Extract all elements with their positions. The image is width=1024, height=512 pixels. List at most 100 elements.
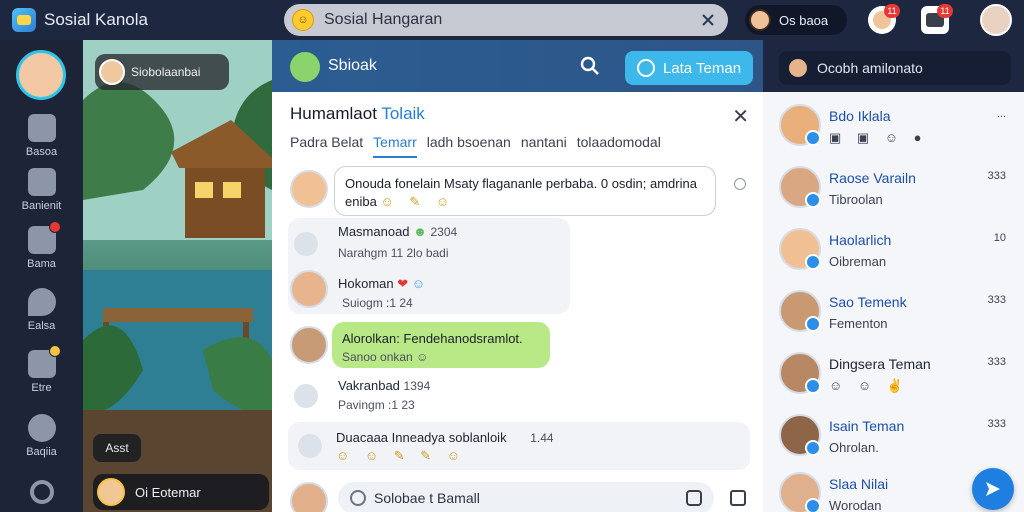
friend-status: Oibreman (829, 254, 887, 269)
friend-reactions: ▣ ▣ ☺ ● (829, 130, 928, 145)
notification-dot (48, 345, 61, 357)
search-input[interactable] (324, 11, 688, 29)
online-badge[interactable]: Asst (93, 434, 141, 462)
room-badge[interactable]: Siobolaanbai (95, 54, 229, 90)
emoji-picker-icon[interactable] (350, 490, 366, 506)
app-brand[interactable]: Sosial Kanola (12, 6, 148, 34)
tab-tolaadomodal[interactable]: tolaadomodal (577, 134, 661, 158)
avatar (779, 472, 821, 512)
chat-bubble-icon (636, 59, 655, 77)
virtual-room-scene[interactable]: Siobolaanbai Asst Oi Eotemar (83, 40, 272, 512)
list-item[interactable]: Dingsera Teman ☺ ☺ ✌ 333 (763, 342, 1024, 404)
message-sub: Narahgm 11 2lo badi (338, 246, 449, 260)
tab-nantani[interactable]: nantani (521, 134, 567, 158)
friends-filter[interactable]: Ocobh amilonato (779, 51, 1011, 85)
list-item[interactable]: Isain Teman Ohrolan. 333 (763, 404, 1024, 466)
message-bubble-highlight[interactable]: Alorolkan: Fendehanodsramlot. Sanoo onka… (332, 322, 550, 368)
list-item[interactable]: Sao Temenk Fementon 333 (763, 280, 1024, 342)
message-tail: eniba (345, 194, 377, 209)
add-friend-label: Lata Teman (662, 59, 742, 77)
friend-name: Slaa Nilai (829, 476, 889, 492)
panel-title-main: Humamlaot (290, 104, 377, 123)
clear-search-icon[interactable] (698, 10, 718, 30)
friend-name: Sao Temenk (829, 294, 907, 310)
close-icon[interactable]: ✕ (732, 104, 749, 129)
notifications-badge: 11 (884, 4, 900, 18)
tab-padra-belat[interactable]: Padra Belat (290, 134, 363, 158)
list-item[interactable]: Bdo Iklala ▣ ▣ ☺ ● ... (763, 94, 1024, 156)
global-search[interactable]: ☺ (284, 4, 728, 36)
nav-item-bama[interactable]: Bama (0, 221, 83, 282)
avatar (99, 59, 125, 85)
smiley-icon: ☻ (413, 224, 427, 239)
nav-item-basoa[interactable]: Basoa (0, 114, 83, 170)
panel-title-accent: Tolaik (381, 104, 425, 123)
nav-label: Baqiia (26, 446, 57, 458)
message-composer[interactable] (338, 482, 714, 512)
friend-meta: 333 (987, 294, 1006, 306)
member-chip[interactable]: Oi Eotemar (93, 474, 269, 510)
emoji-icon: ☺ (411, 276, 426, 291)
gear-icon (29, 480, 54, 504)
friend-meta: 333 (987, 418, 1006, 430)
select-radio[interactable] (734, 178, 746, 190)
avatar (779, 290, 821, 332)
camera-icon[interactable] (686, 490, 702, 506)
profile-avatar[interactable] (980, 4, 1012, 36)
emoji-reactions: ☺ ✎ ☺ (380, 194, 456, 209)
friend-name: Bdo Iklala (829, 108, 891, 124)
message-header: Masmanoad ☻ 2304 (338, 224, 457, 239)
nav-label: Banienit (21, 200, 62, 212)
app-logo-icon (12, 8, 36, 32)
user-menu[interactable]: Os baoa (745, 5, 847, 35)
friend-status: Tibroolan (829, 192, 883, 207)
avatar (779, 352, 821, 394)
avatar[interactable] (290, 270, 328, 308)
check-icon (294, 232, 318, 256)
friends-header-label: Ocobh amilonato (817, 60, 923, 76)
nav-item-banienit[interactable]: Banienit (0, 168, 83, 224)
message-bubble[interactable]: Onouda fonelain Msaty flagananle perbaba… (334, 166, 716, 216)
avatar (779, 228, 821, 270)
avatar (97, 478, 125, 506)
puzzle-icon (27, 114, 56, 142)
chat-header: Sbioak Lata Teman (272, 40, 763, 92)
avatar[interactable] (16, 50, 66, 100)
friends-list: Bdo Iklala ▣ ▣ ☺ ● ... Raose Varailn Tib… (763, 92, 1024, 512)
emoji-reactions: ☺ ☺ ✎ ✎ ☺ (336, 448, 467, 463)
search-icon[interactable] (580, 56, 600, 81)
message-time: 1.44 (530, 431, 554, 445)
message-title: Duacaaa Inneadya soblanloik (336, 430, 507, 445)
message-sub: Sanoo onkan (342, 350, 413, 364)
panel-title: Humamlaot Tolaik (290, 104, 425, 124)
list-item[interactable]: Haolarlich Oibreman 10 (763, 218, 1024, 280)
nav-item-baqiia[interactable]: Baqiia (0, 414, 83, 470)
avatar[interactable] (290, 170, 328, 208)
notifications-button[interactable]: 11 (868, 4, 900, 34)
nav-item-settings[interactable] (0, 480, 83, 512)
tab-ladh-bsoenan[interactable]: ladh bsoenan (427, 134, 511, 158)
emoji-icon (27, 414, 56, 442)
smiley-icon: ☺ (292, 9, 314, 31)
list-icon (27, 345, 61, 378)
more-icon[interactable]: ... (997, 108, 1006, 120)
friend-name: Haolarlich (829, 232, 892, 248)
message-input[interactable] (374, 490, 678, 506)
avatar[interactable] (290, 326, 328, 364)
nav-item-etre[interactable]: Etre (0, 345, 83, 406)
friend-meta: 10 (993, 232, 1006, 244)
attach-file-icon[interactable] (730, 490, 746, 506)
add-friend-button[interactable]: Lata Teman (625, 51, 753, 85)
messages-button[interactable]: 11 (921, 4, 953, 34)
nav-item-ealsa[interactable]: Ealsa (0, 288, 83, 344)
friend-name: Dingsera Teman (829, 356, 931, 372)
friend-status: Fementon (829, 316, 888, 331)
new-chat-button[interactable] (972, 468, 1014, 510)
nav-label: Basoa (25, 146, 58, 158)
message-title: Hokoman (338, 276, 394, 291)
message-header: Vakranbad 1394 (338, 378, 430, 393)
friend-name: Raose Varailn (829, 170, 916, 186)
tab-temarr[interactable]: Temarr (373, 134, 417, 158)
messages-badge: 11 (937, 4, 953, 18)
list-item[interactable]: Raose Varailn Tibroolan 333 (763, 156, 1024, 218)
